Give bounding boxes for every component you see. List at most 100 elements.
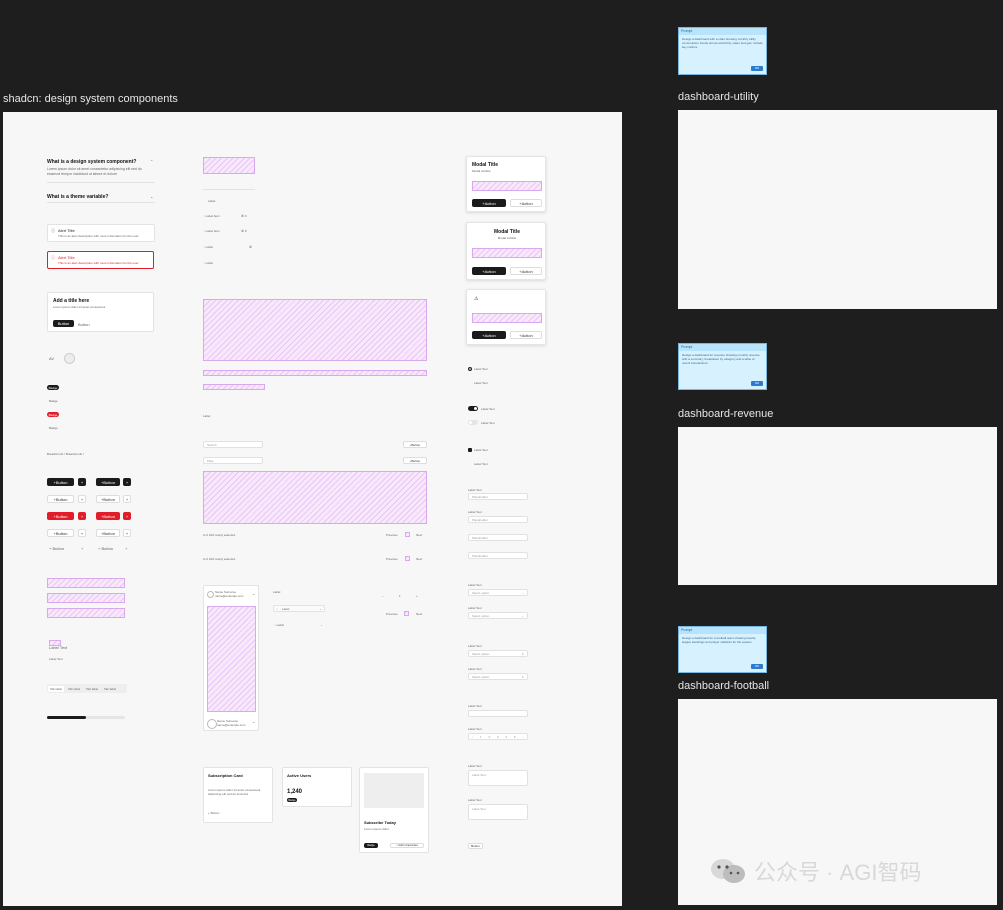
text-input[interactable]: Placeholder (468, 493, 528, 500)
pagination-previous[interactable]: Previous (386, 557, 398, 561)
text-input[interactable]: Placeholder (468, 534, 528, 541)
table-button[interactable]: + Button (403, 441, 427, 448)
card-title: Subscribe Today (364, 820, 396, 825)
card-small: Add a title here Lorem ipsum dolor sit a… (47, 292, 154, 332)
select-field[interactable]: Select option ⇕ (468, 673, 528, 680)
pagination-next[interactable]: Next (416, 612, 422, 616)
button-ghost[interactable]: + Button (49, 546, 64, 551)
prompt-card-revenue: Prompt Design a dashboard for revenue sh… (678, 343, 767, 390)
modal-primary-button[interactable]: + Action (472, 199, 506, 207)
icon-button-outline-small[interactable]: + (123, 529, 131, 537)
icon-button-destructive[interactable]: + (78, 512, 86, 520)
accordion-answer-1: Lorem ipsum dolor sit amet consectetur a… (47, 167, 142, 176)
pagination-previous[interactable]: Previous (386, 533, 398, 537)
button-secondary-small[interactable]: + Button (96, 495, 120, 503)
modal-primary-button[interactable]: + Action (472, 267, 506, 275)
modal-secondary-button[interactable]: + Action (510, 267, 542, 275)
modal-desc: Modal subtitle (472, 169, 491, 173)
button-destructive-small[interactable]: + Button (96, 512, 120, 520)
search-input[interactable]: Search (203, 441, 263, 448)
tab-3[interactable]: Tab label (84, 686, 100, 692)
pagination-previous[interactable]: Previous (386, 612, 398, 616)
tab-4[interactable]: Tab label (102, 686, 118, 692)
select-value: Select option (472, 651, 490, 656)
submit-button[interactable]: Button (468, 843, 483, 849)
plus-icon: + (125, 546, 128, 551)
menu-item[interactable]: ◌ Label Item (203, 229, 220, 233)
chevron-icon[interactable]: ⌄ (252, 719, 255, 724)
menu-item[interactable]: ◌ Label Item (203, 214, 220, 218)
otp-input[interactable] (468, 710, 528, 717)
card-primary-button[interactable]: Button (53, 320, 74, 327)
button-label: Button (52, 546, 65, 551)
card-secondary-button[interactable]: Button (78, 322, 90, 327)
button-default-small[interactable]: + Button (96, 478, 120, 486)
chevron-up-icon[interactable]: ⌃ (150, 159, 153, 164)
accordion-question-2[interactable]: What is a theme variable? (47, 194, 108, 200)
button-outline-small[interactable]: + Button (96, 529, 120, 537)
icon-button-outline[interactable]: + (78, 529, 86, 537)
checkbox-checked[interactable] (468, 448, 472, 452)
icon-button-ghost-small[interactable]: + (125, 546, 127, 551)
favourite-button[interactable]: ♡ Add to Favourites (390, 843, 424, 848)
icon-button-secondary[interactable]: + (78, 495, 86, 503)
textarea[interactable]: Label Text (468, 804, 528, 820)
chevron-down-icon[interactable]: ⌄ (252, 591, 255, 596)
tab-2[interactable]: Tab label (66, 686, 82, 692)
menu-item[interactable]: ◌ Label (203, 261, 213, 265)
select-field[interactable]: Select option ⇕ (468, 650, 528, 657)
plus-icon: + (80, 479, 84, 485)
modal-primary-button[interactable]: + Action (472, 331, 506, 339)
nav-item-active[interactable]: ◌ Label › (273, 605, 325, 612)
button-label: Action (484, 332, 496, 338)
breadcrumb[interactable]: Breadcrumb / Breadcrumb / (47, 452, 84, 456)
icon-button-default[interactable]: + (78, 478, 86, 486)
shortcut: ⌘ (249, 245, 252, 249)
button-label: Button (411, 458, 421, 463)
plus-icon: + (80, 513, 84, 519)
pagination-input[interactable]: ‹ 1 2 3 4 5 › (468, 733, 528, 740)
table-button[interactable]: + Button (403, 457, 427, 464)
select-field[interactable]: Select option ⌄ (468, 589, 528, 596)
switch-on[interactable] (468, 406, 478, 411)
chevron-down-icon[interactable]: ⌄ (150, 194, 153, 199)
pagination-next[interactable]: Next (416, 533, 422, 537)
placeholder-line (203, 384, 265, 390)
text-input[interactable]: Placeholder (468, 516, 528, 523)
prompt-ok-button[interactable]: OK (751, 66, 763, 71)
icon-button-default-small[interactable]: + (123, 478, 131, 486)
card-action[interactable]: + Button (208, 811, 219, 815)
menu-item[interactable]: ◌ Label (203, 245, 213, 249)
prompt-ok-button[interactable]: OK (751, 381, 763, 386)
select-field[interactable]: Select option ⌄ (468, 612, 528, 619)
stepper-decrement[interactable]: − (382, 594, 384, 598)
metric-value: 1,240 (287, 789, 303, 795)
stepper-value[interactable]: 1 (399, 594, 401, 598)
nav-item[interactable]: ◌ Label (274, 623, 284, 627)
stepper-increment[interactable]: + (416, 594, 418, 598)
icon-button-destructive-small[interactable]: + (123, 512, 131, 520)
accordion-question-1[interactable]: What is a design system component? (47, 159, 136, 165)
switch-off[interactable] (468, 420, 478, 425)
modal-secondary-button[interactable]: + Action (510, 199, 542, 207)
modal-secondary-button[interactable]: + Action (510, 331, 542, 339)
prompt-ok-button[interactable]: OK (751, 664, 763, 669)
button-secondary[interactable]: + Button (47, 495, 74, 503)
field-label: Label Text (468, 583, 482, 587)
field-label: Label Text (468, 510, 482, 514)
filter-input[interactable]: Filter (203, 457, 263, 464)
tab-1[interactable]: Tab label (48, 685, 65, 692)
pagination-next[interactable]: Next (416, 557, 422, 561)
button-destructive[interactable]: + Button (47, 512, 74, 520)
icon-button-ghost[interactable]: + (81, 546, 83, 551)
menu-item[interactable]: Label (208, 199, 215, 203)
button-default[interactable]: + Button (47, 478, 74, 486)
radio-button[interactable] (468, 367, 472, 371)
image-placeholder (364, 773, 424, 808)
button-ghost-small[interactable]: + Button (98, 546, 113, 551)
icon-button-secondary-small[interactable]: + (123, 495, 131, 503)
text-input[interactable]: Placeholder (468, 552, 528, 559)
button-outline[interactable]: + Button (47, 529, 74, 537)
textarea[interactable]: Label Text (468, 770, 528, 786)
switch-label: Label Text (481, 421, 495, 425)
